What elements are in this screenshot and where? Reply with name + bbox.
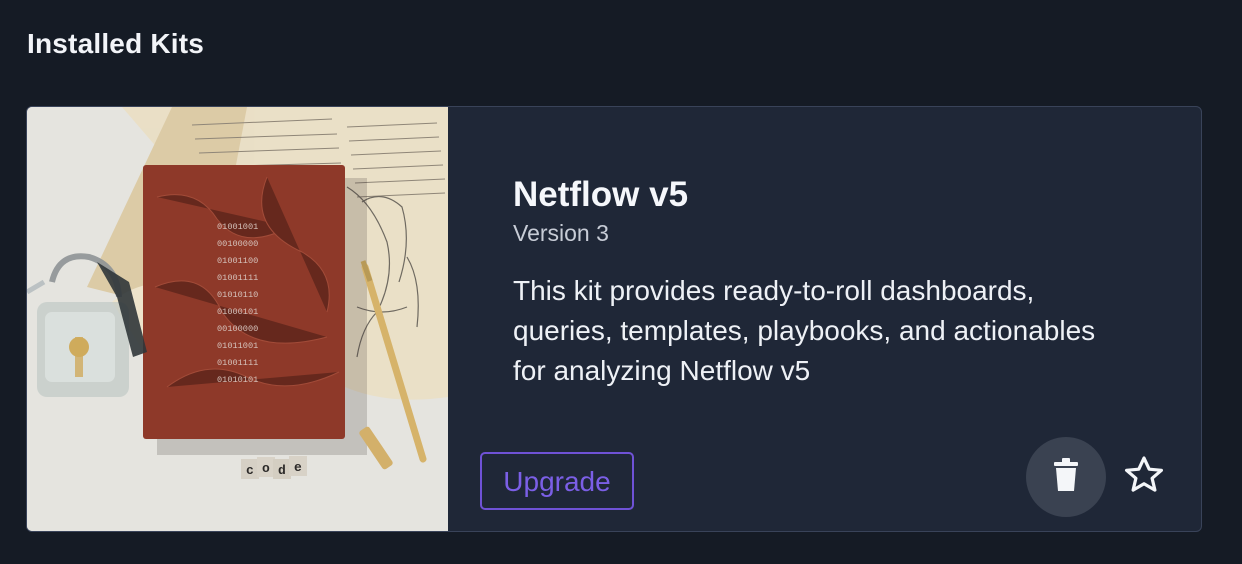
svg-text:01010110: 01010110: [217, 290, 258, 300]
svg-text:01001100: 01001100: [217, 256, 258, 266]
upgrade-button[interactable]: Upgrade: [480, 452, 634, 510]
svg-text:01001111: 01001111: [217, 358, 258, 368]
svg-text:d: d: [278, 463, 286, 478]
trash-icon: [1052, 457, 1080, 498]
kit-title: Netflow v5: [513, 175, 689, 214]
installed-kits-page: Installed Kits 01001001 00100000 0100110…: [0, 0, 1242, 564]
delete-kit-button[interactable]: [1026, 437, 1106, 517]
kit-cover-image: 01001001 00100000 01001100 01001111 0101…: [27, 107, 448, 531]
svg-text:o: o: [262, 461, 270, 476]
kit-description: This kit provides ready-to-roll dashboar…: [513, 275, 1096, 386]
svg-text:c: c: [246, 463, 254, 478]
svg-text:01001111: 01001111: [217, 273, 258, 283]
kit-card: 01001001 00100000 01001100 01001111 0101…: [26, 106, 1202, 532]
star-outline-icon: [1123, 454, 1165, 501]
svg-text:00100000: 00100000: [217, 239, 258, 249]
kit-version: Version 3: [513, 220, 609, 246]
svg-text:01010101: 01010101: [217, 375, 258, 385]
kit-details: Netflow v5 Version 3 This kit provides r…: [448, 107, 1201, 531]
section-title: Installed Kits: [27, 28, 205, 59]
svg-text:e: e: [294, 460, 302, 475]
svg-text:01000101: 01000101: [217, 307, 258, 317]
favorite-kit-button[interactable]: [1123, 454, 1165, 501]
svg-text:00100000: 00100000: [217, 324, 258, 334]
svg-text:01001001: 01001001: [217, 222, 258, 232]
svg-text:01011001: 01011001: [217, 341, 258, 351]
